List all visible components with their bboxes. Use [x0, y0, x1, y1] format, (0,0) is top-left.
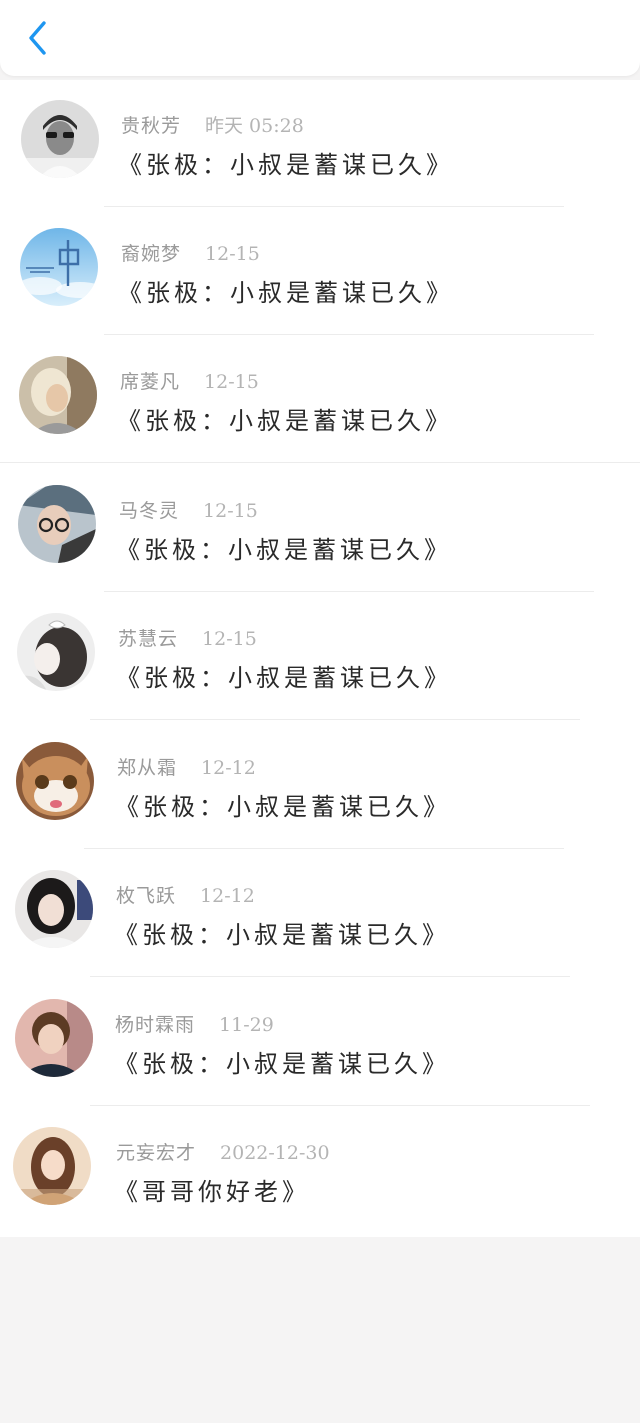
contact-name: 裔婉梦 12-15	[121, 243, 260, 265]
message-preview: 《张极：小叔是蓄谋已久》	[114, 921, 450, 949]
conversation-item[interactable]: 席菱凡 12-15 《张极：小叔是蓄谋已久》	[0, 336, 640, 464]
avatar-girl-bow-icon	[17, 613, 95, 691]
contact-name: 贵秋芳 昨天 05:28	[121, 115, 304, 137]
avatar-man-sunglasses-icon	[21, 100, 99, 178]
divider	[84, 848, 564, 849]
avatar	[21, 100, 99, 178]
message-preview: 《张极：小叔是蓄谋已久》	[117, 407, 453, 435]
message-time: 12-15	[204, 371, 259, 393]
avatar	[13, 1127, 91, 1205]
avatar	[16, 742, 94, 820]
message-time: 12-15	[203, 500, 258, 522]
divider	[90, 976, 570, 977]
divider	[104, 206, 564, 207]
message-time: 2022-12-30	[220, 1142, 330, 1164]
message-preview: 《张极：小叔是蓄谋已久》	[118, 151, 454, 179]
avatar	[15, 870, 93, 948]
top-bar	[0, 0, 640, 76]
message-time: 昨天 05:28	[205, 115, 304, 137]
avatar	[18, 485, 96, 563]
avatar-girl-long-hair-icon	[13, 1127, 91, 1205]
divider	[104, 591, 594, 592]
contact-name: 席菱凡 12-15	[120, 371, 259, 393]
avatar	[17, 613, 95, 691]
divider	[90, 719, 580, 720]
message-time: 12-12	[200, 885, 255, 907]
avatar-sky-text-icon	[20, 228, 98, 306]
contact-name: 苏慧云 12-15	[118, 628, 257, 650]
avatar-cat-icon	[16, 742, 94, 820]
contact-name: 枚飞跃 12-12	[116, 885, 255, 907]
conversation-item[interactable]: 裔婉梦 12-15 《张极：小叔是蓄谋已久》	[0, 208, 640, 336]
conversation-list: 贵秋芳 昨天 05:28 《张极：小叔是蓄谋已久》 裔婉梦 12-15 《张极：小叔…	[0, 80, 640, 1237]
avatar-blond-person-icon	[19, 356, 97, 434]
conversation-item[interactable]: 元妄宏才 2022-12-30 《哥哥你好老》	[0, 1107, 640, 1235]
message-preview: 《张极：小叔是蓄谋已久》	[118, 279, 454, 307]
avatar	[15, 999, 93, 1077]
contact-name: 郑从霜 12-12	[117, 757, 256, 779]
contact-name: 杨时霖雨 11-29	[115, 1014, 274, 1036]
avatar-boy-glasses-icon	[18, 485, 96, 563]
message-preview: 《哥哥你好老》	[114, 1178, 310, 1206]
conversation-item[interactable]: 杨时霖雨 11-29 《张极：小叔是蓄谋已久》	[0, 979, 640, 1107]
back-button[interactable]	[18, 16, 58, 60]
avatar	[19, 356, 97, 434]
message-time: 12-15	[202, 628, 257, 650]
divider	[0, 462, 640, 463]
conversation-item[interactable]: 贵秋芳 昨天 05:28 《张极：小叔是蓄谋已久》	[0, 80, 640, 208]
conversation-item[interactable]: 枚飞跃 12-12 《张极：小叔是蓄谋已久》	[0, 850, 640, 978]
avatar	[20, 228, 98, 306]
conversation-item[interactable]: 苏慧云 12-15 《张极：小叔是蓄谋已久》	[0, 593, 640, 721]
divider	[90, 1105, 590, 1106]
contact-name: 元妄宏才 2022-12-30	[116, 1142, 330, 1164]
divider	[104, 334, 594, 335]
conversation-item[interactable]: 马冬灵 12-15 《张极：小叔是蓄谋已久》	[0, 465, 640, 593]
message-preview: 《张极：小叔是蓄谋已久》	[116, 664, 452, 692]
avatar-girl-dark-hair-icon	[15, 870, 93, 948]
chevron-left-icon	[29, 21, 46, 55]
message-preview: 《张极：小叔是蓄谋已久》	[116, 536, 452, 564]
message-time: 12-12	[201, 757, 256, 779]
message-preview: 《张极：小叔是蓄谋已久》	[115, 793, 451, 821]
message-time: 11-29	[219, 1014, 274, 1036]
message-preview: 《张极：小叔是蓄谋已久》	[114, 1050, 450, 1078]
conversation-item[interactable]: 郑从霜 12-12 《张极：小叔是蓄谋已久》	[0, 722, 640, 850]
contact-name: 马冬灵 12-15	[119, 500, 258, 522]
avatar-boy-brown-hair-icon	[15, 999, 93, 1077]
message-time: 12-15	[205, 243, 260, 265]
